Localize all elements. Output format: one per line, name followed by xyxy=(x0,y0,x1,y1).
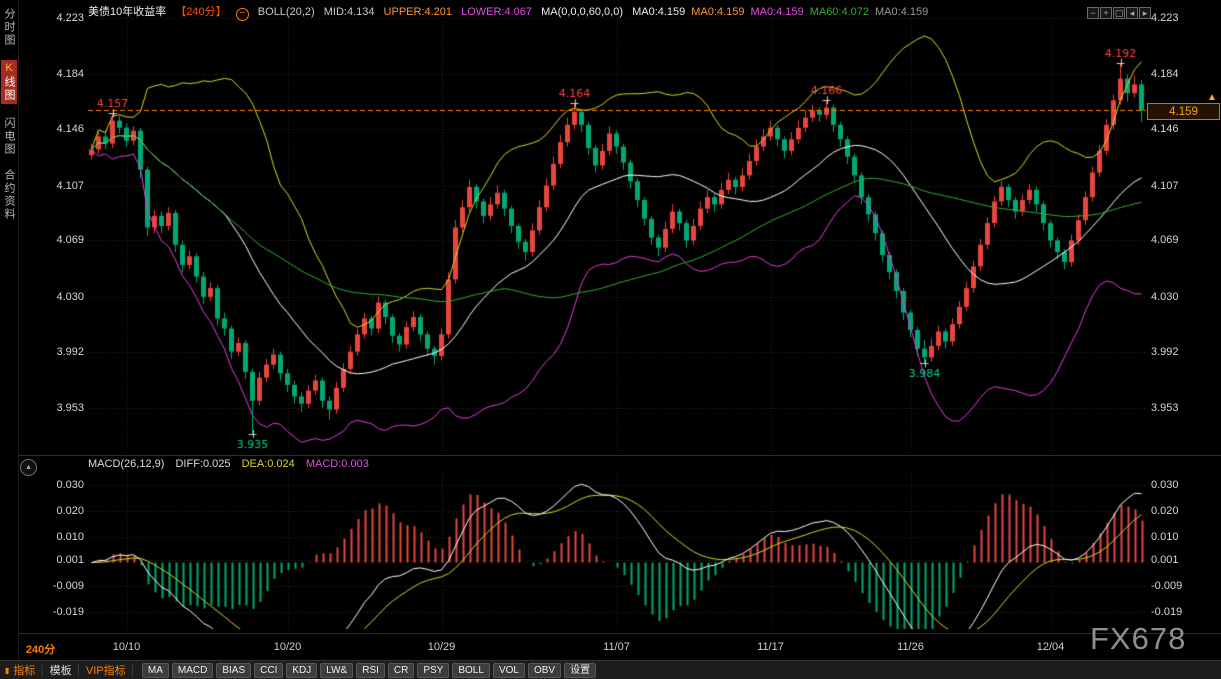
macd-y-axis-label-left: 0.010 xyxy=(34,531,84,543)
x-axis-date-label: 11/07 xyxy=(592,641,642,653)
y-axis-label-left: 4.146 xyxy=(34,123,84,135)
tab-indicator[interactable]: 指标 xyxy=(13,662,35,678)
zoom-in-icon[interactable]: + xyxy=(1100,7,1112,19)
y-axis-label-right: 4.030 xyxy=(1151,291,1179,303)
period-label: 240分 xyxy=(26,644,55,656)
macd-header: MACD(26,12,9) DIFF:0.025 DEA:0.024 MACD:… xyxy=(88,458,377,470)
macd-y-axis-label-right: 0.010 xyxy=(1151,531,1179,543)
indicator-button-vol[interactable]: VOL xyxy=(493,663,525,678)
y-axis-label-right: 4.146 xyxy=(1151,123,1179,135)
macd-dea-value: DEA:0.024 xyxy=(242,458,295,470)
macd-y-axis-label-right: 0.020 xyxy=(1151,505,1179,517)
y-axis-label-right: 3.992 xyxy=(1151,346,1179,358)
restore-icon[interactable]: ▢ xyxy=(1113,7,1125,19)
sidebar-item-kline-chart[interactable]: K线图 xyxy=(1,60,17,104)
macd-y-axis-label-right: 0.001 xyxy=(1151,554,1179,566)
sidebar: 分时图 K线图闪电图合约资料 xyxy=(0,0,18,679)
indicator-button-settings[interactable]: 设置 xyxy=(564,663,596,678)
macd-y-axis-label-right: 0.030 xyxy=(1151,479,1179,491)
toolbar-separator: │ xyxy=(76,665,82,676)
macd-y-axis-label-left: -0.009 xyxy=(34,580,84,592)
page-left-icon[interactable]: ◂ xyxy=(1126,7,1138,19)
chart-divider xyxy=(0,455,1221,456)
y-axis-label-right: 4.107 xyxy=(1151,180,1179,192)
x-axis-date-label: 11/26 xyxy=(886,641,936,653)
y-axis-label-right: 3.953 xyxy=(1151,402,1179,414)
macd-y-axis-label-left: 0.030 xyxy=(34,479,84,491)
indicator-button-kdj[interactable]: KDJ xyxy=(286,663,317,678)
collapse-indicator-icon[interactable]: − xyxy=(236,8,249,21)
zoom-out-icon[interactable]: − xyxy=(1087,7,1099,19)
price-up-arrow-icon: ▲ xyxy=(1207,92,1217,103)
toolbar-separator: │ xyxy=(39,665,45,676)
ma-value: MA0:4.159 xyxy=(750,6,803,18)
indicator-button-macd[interactable]: MACD xyxy=(172,663,213,678)
y-axis-label-left: 4.184 xyxy=(34,68,84,80)
x-axis-date-label: 10/29 xyxy=(417,641,467,653)
boll-lower-value: LOWER:4.067 xyxy=(461,6,532,18)
boll-label: BOLL(20,2) xyxy=(258,6,315,18)
y-axis-label-left: 4.069 xyxy=(34,234,84,246)
collapse-panel-button[interactable]: ▴ xyxy=(20,459,37,476)
ma-value: MA60:4.072 xyxy=(810,6,869,18)
macd-y-axis-label-right: -0.009 xyxy=(1151,580,1182,592)
y-axis-label-left: 4.223 xyxy=(34,12,84,24)
y-axis-label-left: 3.953 xyxy=(34,402,84,414)
indicator-button-rsi[interactable]: RSI xyxy=(356,663,385,678)
indicator-button-obv[interactable]: OBV xyxy=(528,663,561,678)
y-axis-label-right: 4.223 xyxy=(1151,12,1179,24)
indicator-button-ma[interactable]: MA xyxy=(142,663,169,678)
sidebar-item-label: 线图 xyxy=(3,76,15,102)
page-right-icon[interactable]: ▸ xyxy=(1139,7,1151,19)
macd-y-axis-label-left: 0.020 xyxy=(34,505,84,517)
y-axis-label-right: 4.184 xyxy=(1151,68,1179,80)
tab-vip-indicator[interactable]: VIP指标 xyxy=(86,662,126,678)
y-axis-label-right: 4.069 xyxy=(1151,234,1179,246)
sidebar-item-accent-char: K xyxy=(3,62,15,76)
macd-y-axis-label-right: -0.019 xyxy=(1151,606,1182,618)
y-axis-label-left: 4.107 xyxy=(34,180,84,192)
boll-upper-value: UPPER:4.201 xyxy=(384,6,452,18)
y-axis-label-left: 3.992 xyxy=(34,346,84,358)
y-axis-label-left: 4.030 xyxy=(34,291,84,303)
bottom-toolbar: ▮ 指标 │ 模板 │ VIP指标 │ MAMACDBIASCCIKDJLW&R… xyxy=(0,660,1221,679)
chart-canvas[interactable] xyxy=(0,0,1221,679)
macd-y-axis-label-left: 0.001 xyxy=(34,554,84,566)
macd-diff-value: DIFF:0.025 xyxy=(175,458,230,470)
instrument-title: 美债10年收益率 xyxy=(88,6,166,18)
chart-header: 美债10年收益率 【240分】 − BOLL(20,2) MID:4.134 U… xyxy=(88,3,940,21)
indicator-button-psy[interactable]: PSY xyxy=(417,663,449,678)
x-axis-date-label: 10/20 xyxy=(263,641,313,653)
x-axis-date-label: 12/04 xyxy=(1026,641,1076,653)
indicator-tab-icon: ▮ xyxy=(5,666,9,675)
sidebar-item-flash-chart[interactable]: 闪电图 xyxy=(1,117,17,156)
ma-values: MA0:4.159 MA0:4.159 MA0:4.159 MA60:4.072 MA0… xyxy=(632,6,934,18)
indicator-button-boll[interactable]: BOLL xyxy=(452,663,490,678)
sidebar-divider xyxy=(18,0,19,679)
indicator-button-cci[interactable]: CCI xyxy=(254,663,283,678)
toolbar-separator: │ xyxy=(130,665,136,676)
x-axis-date-label: 11/17 xyxy=(746,641,796,653)
axis-divider xyxy=(0,633,1221,634)
x-axis-date-label: 10/10 xyxy=(102,641,152,653)
watermark: FX678 xyxy=(1090,621,1186,657)
macd-macd-value: MACD:0.003 xyxy=(306,458,369,470)
period-badge: 【240分】 xyxy=(175,6,226,18)
macd-label: MACD(26,12,9) xyxy=(88,458,164,470)
ma-label: MA(0,0,0,60,0,0) xyxy=(541,6,623,18)
ma-value: MA0:4.159 xyxy=(875,6,928,18)
chart-toolbar-icons: −+▢◂▸ xyxy=(1086,3,1151,21)
ma-value: MA0:4.159 xyxy=(691,6,744,18)
ma-value: MA0:4.159 xyxy=(632,6,685,18)
current-price-box: 4.159 xyxy=(1147,103,1220,120)
indicator-button-cr[interactable]: CR xyxy=(388,663,414,678)
boll-mid-value: MID:4.134 xyxy=(324,6,375,18)
macd-y-axis-label-left: -0.019 xyxy=(34,606,84,618)
indicator-button-bias[interactable]: BIAS xyxy=(216,663,251,678)
indicator-buttons: MAMACDBIASCCIKDJLW&RSICRPSYBOLLVOLOBV设置 xyxy=(142,663,599,678)
indicator-button-lw[interactable]: LW& xyxy=(320,663,353,678)
tab-template[interactable]: 模板 xyxy=(50,662,72,678)
sidebar-item-contract-info[interactable]: 合约资料 xyxy=(1,169,17,221)
sidebar-item-time-chart[interactable]: 分时图 xyxy=(1,8,17,47)
